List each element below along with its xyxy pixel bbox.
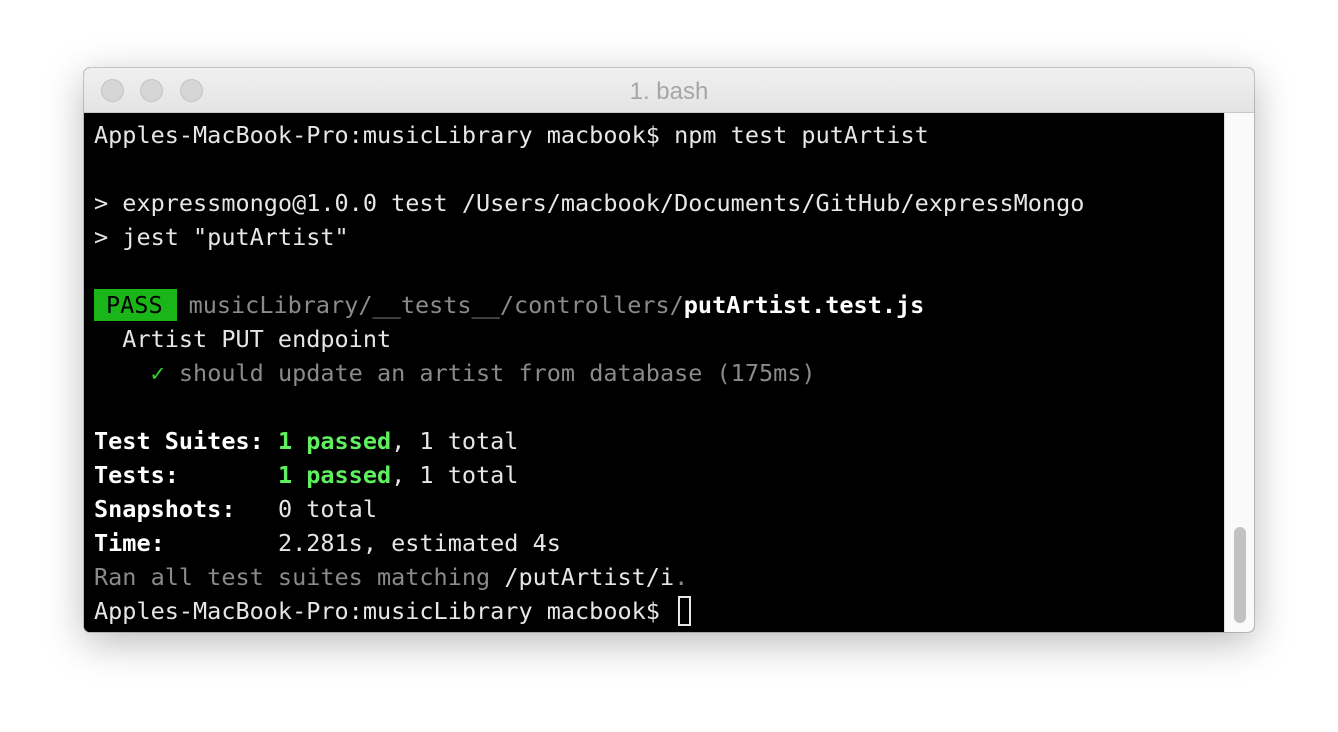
- summary-snapshots-value: 0 total: [277, 495, 377, 523]
- describe-block-name: Artist PUT endpoint: [122, 325, 392, 353]
- summary-tests-total: , 1 total: [391, 461, 519, 489]
- summary-tests-line: Tests: 1 passed, 1 total: [94, 458, 518, 492]
- summary-tests-passed: 1 passed: [277, 461, 392, 489]
- summary-suites-total: , 1 total: [391, 427, 519, 455]
- ran-all-suites-line: Ran all test suites matching /putArtist/…: [94, 560, 688, 594]
- typed-command: npm test putArtist: [674, 121, 929, 149]
- summary-time-value: 2.281s, estimated 4s: [277, 529, 561, 557]
- terminal-output[interactable]: Apples-MacBook-Pro:musicLibrary macbook$…: [84, 113, 1224, 632]
- describe-block-line: Artist PUT endpoint: [94, 322, 391, 356]
- test-case-name: should update an artist from database (1…: [178, 359, 816, 387]
- ran-pattern: /putArtist/i: [504, 563, 675, 591]
- command-line: Apples-MacBook-Pro:musicLibrary macbook$…: [94, 118, 929, 152]
- npm-script-line: > expressmongo@1.0.0 test /Users/macbook…: [94, 189, 1085, 217]
- window-title: 1. bash: [629, 78, 709, 105]
- jest-command-line: > jest "putArtist": [94, 223, 349, 251]
- current-shell-prompt: Apples-MacBook-Pro:musicLibrary macbook$: [94, 597, 660, 625]
- title-bar[interactable]: 1. bash: [84, 68, 1254, 113]
- test-file-result-line: PASS musicLibrary/__tests__/controllers/p…: [94, 288, 924, 322]
- shell-prompt: Apples-MacBook-Pro:musicLibrary macbook$: [94, 121, 660, 149]
- summary-tests-label: Tests:: [94, 461, 179, 489]
- summary-suites-label: Test Suites:: [94, 427, 264, 455]
- check-icon: ✓: [150, 359, 165, 387]
- test-file-dir: musicLibrary/__tests__/controllers/: [188, 291, 684, 319]
- text-cursor: [678, 595, 692, 626]
- ran-suffix: .: [674, 563, 689, 591]
- test-case-line: ✓ should update an artist from database …: [94, 356, 816, 390]
- terminal-window: 1. bash Apples-MacBook-Pro:musicLibrary …: [84, 68, 1254, 632]
- current-prompt-line[interactable]: Apples-MacBook-Pro:musicLibrary macbook$: [94, 594, 692, 628]
- vertical-scrollbar[interactable]: [1224, 113, 1254, 632]
- summary-time-label: Time:: [94, 529, 165, 557]
- ran-prefix: Ran all test suites matching: [94, 563, 505, 591]
- summary-suites-line: Test Suites: 1 passed, 1 total: [94, 424, 518, 458]
- summary-time-line: Time: 2.281s, estimated 4s: [94, 526, 561, 560]
- test-file-name: putArtist.test.js: [683, 291, 925, 319]
- scrollbar-thumb[interactable]: [1234, 527, 1246, 623]
- summary-snapshots-label: Snapshots:: [94, 495, 236, 523]
- pass-badge: PASS: [94, 289, 177, 321]
- summary-suites-passed: 1 passed: [277, 427, 392, 455]
- summary-snapshots-line: Snapshots: 0 total: [94, 492, 377, 526]
